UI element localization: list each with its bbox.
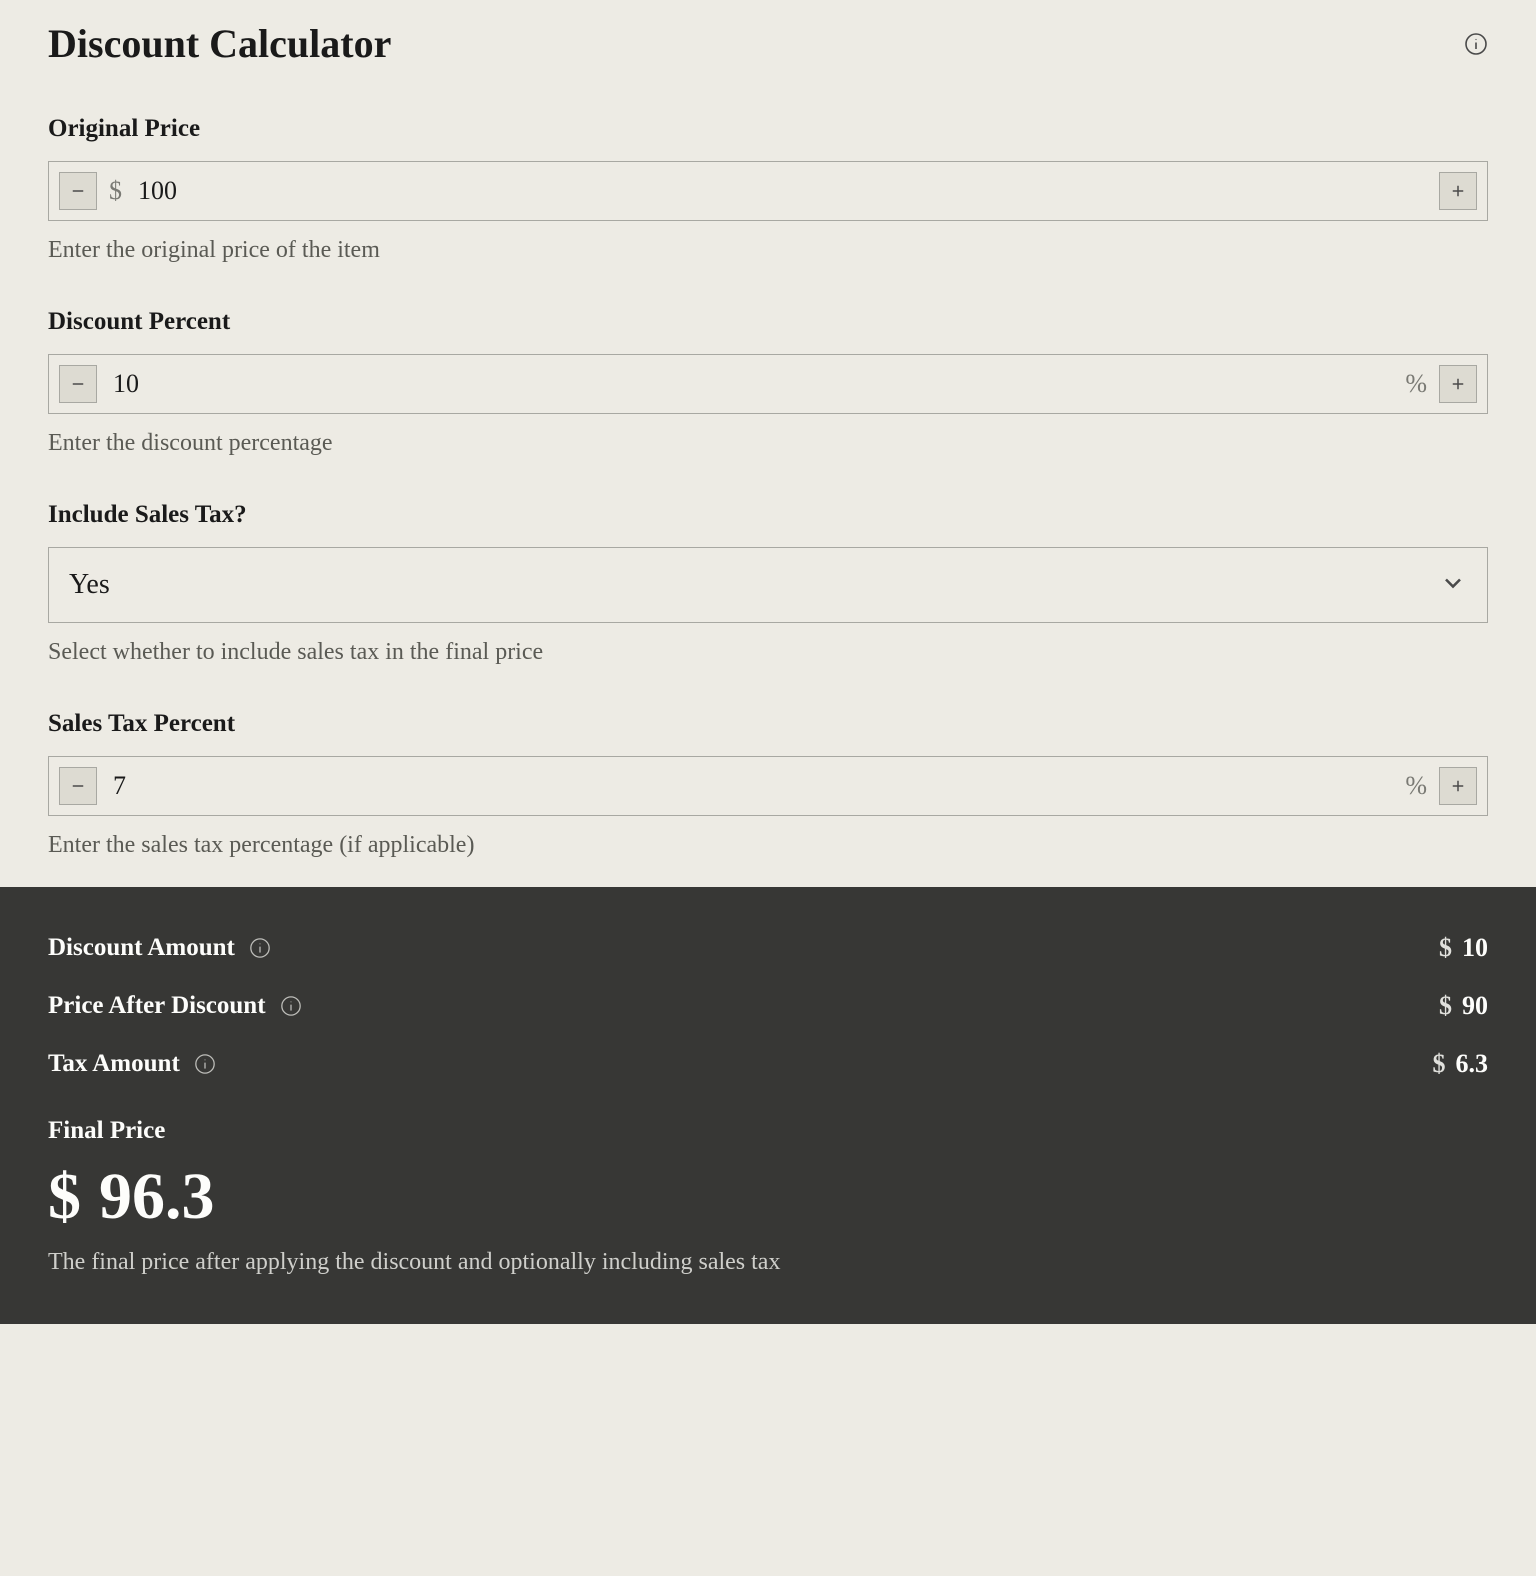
include-tax-helper: Select whether to include sales tax in t… <box>48 639 1488 666</box>
discount-percent-field: Discount Percent % Enter the discount pe… <box>48 308 1488 457</box>
increment-button[interactable] <box>1439 172 1477 210</box>
original-price-field: Original Price $ Enter the original pric… <box>48 115 1488 264</box>
discount-percent-stepper: % <box>48 354 1488 414</box>
info-icon[interactable] <box>1464 32 1488 56</box>
original-price-label: Original Price <box>48 115 1488 143</box>
currency-symbol: $ <box>48 1159 81 1235</box>
discount-percent-input[interactable] <box>109 369 1393 399</box>
include-tax-field: Include Sales Tax? Yes Select whether to… <box>48 501 1488 666</box>
discount-percent-helper: Enter the discount percentage <box>48 430 1488 457</box>
info-icon[interactable] <box>249 937 271 959</box>
discount-amount-value: 10 <box>1462 933 1488 963</box>
plus-icon <box>1449 777 1467 795</box>
include-tax-value: Yes <box>69 569 110 601</box>
tax-percent-stepper: % <box>48 756 1488 816</box>
tax-amount-row: Tax Amount $ 6.3 <box>48 1035 1488 1093</box>
minus-icon <box>69 375 87 393</box>
tax-amount-value: 6.3 <box>1456 1049 1489 1079</box>
final-price-value: 96.3 <box>99 1159 215 1235</box>
price-after-discount-label: Price After Discount <box>48 992 266 1020</box>
results-panel: Discount Amount $ 10 Price After Discoun… <box>0 887 1536 1324</box>
decrement-button[interactable] <box>59 365 97 403</box>
increment-button[interactable] <box>1439 365 1477 403</box>
currency-symbol: $ <box>1433 1049 1446 1079</box>
percent-symbol: % <box>1405 771 1427 801</box>
discount-amount-row: Discount Amount $ 10 <box>48 919 1488 977</box>
final-price-label: Final Price <box>48 1117 1488 1145</box>
decrement-button[interactable] <box>59 767 97 805</box>
decrement-button[interactable] <box>59 172 97 210</box>
plus-icon <box>1449 375 1467 393</box>
page-title: Discount Calculator <box>48 20 391 67</box>
tax-percent-helper: Enter the sales tax percentage (if appli… <box>48 832 1488 859</box>
tax-percent-label: Sales Tax Percent <box>48 710 1488 738</box>
final-price-desc: The final price after applying the disco… <box>48 1249 1488 1276</box>
currency-symbol: $ <box>1439 933 1452 963</box>
discount-amount-label: Discount Amount <box>48 934 235 962</box>
info-icon[interactable] <box>280 995 302 1017</box>
percent-symbol: % <box>1405 369 1427 399</box>
currency-symbol: $ <box>109 176 122 206</box>
info-icon[interactable] <box>194 1053 216 1075</box>
final-price-block: Final Price $ 96.3 The final price after… <box>48 1117 1488 1276</box>
original-price-stepper: $ <box>48 161 1488 221</box>
increment-button[interactable] <box>1439 767 1477 805</box>
minus-icon <box>69 182 87 200</box>
original-price-input[interactable] <box>134 176 1427 206</box>
plus-icon <box>1449 182 1467 200</box>
tax-percent-input[interactable] <box>109 771 1393 801</box>
include-tax-label: Include Sales Tax? <box>48 501 1488 529</box>
currency-symbol: $ <box>1439 991 1452 1021</box>
tax-percent-field: Sales Tax Percent % Enter the sales tax … <box>48 710 1488 859</box>
chevron-down-icon <box>1439 569 1467 602</box>
tax-amount-label: Tax Amount <box>48 1050 180 1078</box>
minus-icon <box>69 777 87 795</box>
include-tax-select[interactable]: Yes <box>48 547 1488 623</box>
price-after-discount-value: 90 <box>1462 991 1488 1021</box>
price-after-discount-row: Price After Discount $ 90 <box>48 977 1488 1035</box>
discount-percent-label: Discount Percent <box>48 308 1488 336</box>
original-price-helper: Enter the original price of the item <box>48 237 1488 264</box>
